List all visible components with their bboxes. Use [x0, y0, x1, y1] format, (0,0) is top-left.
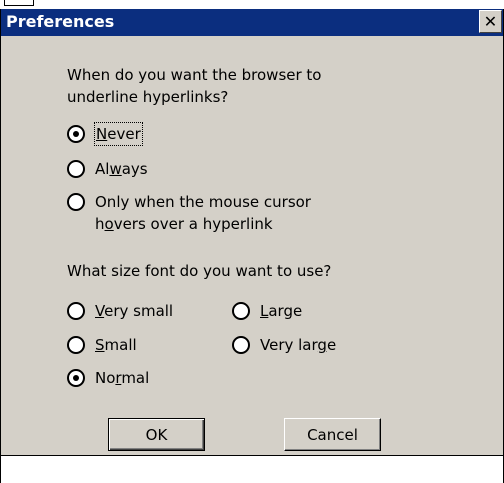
- radio-never-label: Never: [94, 122, 143, 146]
- radio-large[interactable]: Large: [232, 300, 302, 322]
- dialog-body: When do you want the browser to underlin…: [1, 36, 503, 456]
- radio-always-indicator[interactable]: [67, 160, 85, 178]
- radio-very-small[interactable]: Very small: [67, 300, 173, 322]
- title-bar: Preferences ✕: [1, 9, 503, 36]
- radio-very-large-label: Very large: [260, 336, 337, 354]
- radio-very-small-indicator[interactable]: [67, 302, 85, 320]
- radio-hover-indicator[interactable]: [67, 193, 85, 211]
- radio-large-indicator[interactable]: [232, 302, 250, 320]
- radio-normal[interactable]: Normal: [67, 367, 149, 389]
- radio-small[interactable]: Small: [67, 334, 137, 356]
- radio-small-label: Small: [95, 336, 137, 354]
- background-fragment: [4, 0, 34, 6]
- close-icon: ✕: [483, 11, 498, 31]
- close-button[interactable]: ✕: [479, 10, 502, 33]
- window-title: Preferences: [6, 12, 115, 31]
- radio-very-large[interactable]: Very large: [232, 334, 336, 356]
- underline-question-line1: When do you want the browser to: [67, 66, 322, 84]
- radio-hover-label: Only when the mouse cursor hovers over a…: [95, 193, 311, 233]
- radio-large-label: Large: [260, 302, 303, 320]
- radio-hover[interactable]: Only when the mouse cursor hovers over a…: [67, 191, 311, 235]
- radio-very-large-indicator[interactable]: [232, 336, 250, 354]
- bottom-area: [1, 456, 503, 483]
- radio-very-small-label: Very small: [95, 302, 174, 320]
- underline-question-line2: underline hyperlinks?: [67, 88, 229, 106]
- cancel-button[interactable]: Cancel: [284, 418, 381, 451]
- radio-normal-label: Normal: [95, 369, 150, 387]
- radio-always-label: Always: [95, 160, 148, 178]
- ok-button[interactable]: OK: [108, 418, 205, 451]
- radio-never-indicator[interactable]: [67, 125, 85, 143]
- radio-small-indicator[interactable]: [67, 336, 85, 354]
- radio-normal-indicator[interactable]: [67, 369, 85, 387]
- radio-always[interactable]: Always: [67, 158, 148, 180]
- font-question: What size font do you want to use?: [67, 262, 332, 280]
- radio-never[interactable]: Never: [67, 122, 143, 146]
- top-strip: [0, 0, 504, 9]
